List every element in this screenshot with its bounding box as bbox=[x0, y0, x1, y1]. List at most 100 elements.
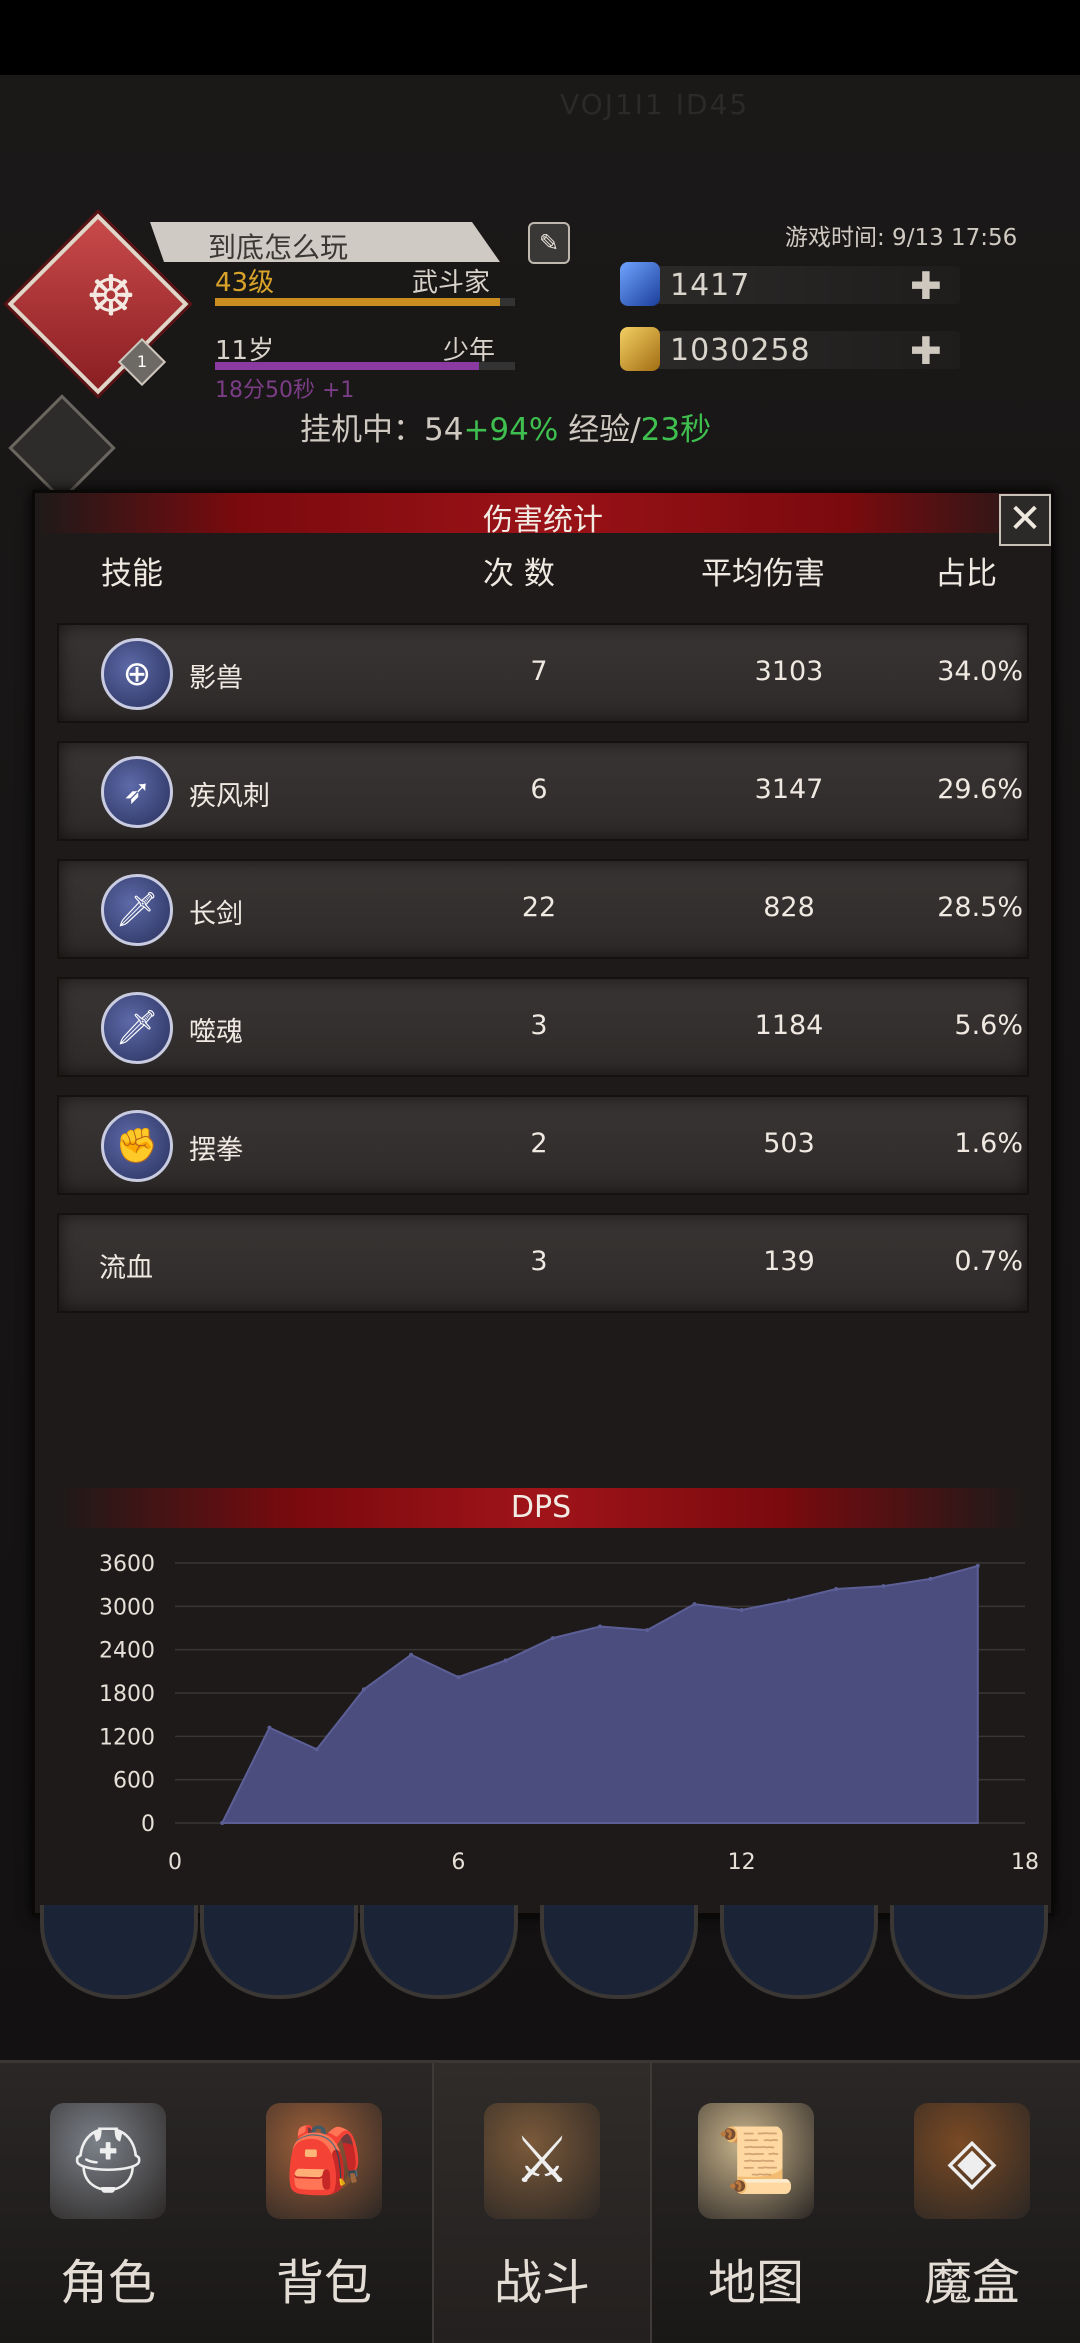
y-tick-label: 3600 bbox=[99, 1552, 155, 1577]
dps-point bbox=[361, 1687, 366, 1692]
skill-share: 34.0% bbox=[937, 656, 1023, 687]
header-share: 占比 bbox=[935, 556, 997, 592]
skill-name: 长剑 bbox=[189, 899, 243, 930]
gem-amount: 1417 bbox=[670, 268, 751, 303]
skill-avg-damage: 828 bbox=[763, 892, 815, 923]
header-count: 次 数 bbox=[483, 556, 555, 592]
dps-area-series bbox=[220, 1564, 979, 1824]
nav-tab-3[interactable]: 📜 地图 bbox=[648, 2063, 864, 2343]
level-progress-bar bbox=[215, 298, 515, 306]
damage-stats-panel: 伤害统计 ✕ 技能 次 数 平均伤害 占比 ⊕ 影兽 7 3103 34.0% ➶ 疾风刺 6… bbox=[32, 490, 1054, 1916]
x-tick-label: 0 bbox=[168, 1850, 182, 1875]
skill-count: 6 bbox=[530, 774, 548, 805]
nav-tab-2[interactable]: ⚔ 战斗 bbox=[432, 2063, 652, 2343]
dps-chart: 0 600 1200 1800 2400 3000 3600 0 6 12 18 bbox=[99, 1552, 1039, 1875]
y-tick-label: 1200 bbox=[99, 1725, 155, 1750]
skill-avg-damage: 3103 bbox=[754, 656, 824, 687]
skill-count: 7 bbox=[530, 656, 548, 687]
sword-shield-icon: ⚔ bbox=[484, 2103, 600, 2219]
dps-point bbox=[456, 1675, 461, 1680]
nav-tab-0[interactable]: ⛑ 角色 bbox=[0, 2063, 216, 2343]
damage-row: ✊ 摆拳 2 503 1.6% bbox=[57, 1095, 1029, 1195]
player-level: 43级 bbox=[215, 268, 275, 298]
dps-point bbox=[692, 1602, 697, 1607]
damage-row: 🗡 噬魂 3 1184 5.6% bbox=[57, 977, 1029, 1077]
y-tick-label: 1800 bbox=[99, 1682, 155, 1707]
nav-label: 战斗 bbox=[493, 2255, 590, 2311]
dps-point bbox=[550, 1636, 555, 1641]
close-icon: ✕ bbox=[1008, 496, 1042, 542]
nav-tab-4[interactable]: ◈ 魔盒 bbox=[864, 2063, 1080, 2343]
swing-punch-icon: ✊ bbox=[101, 1110, 173, 1182]
gold-amount: 1030258 bbox=[670, 333, 811, 368]
y-tick-label: 3000 bbox=[99, 1595, 155, 1620]
nav-label: 地图 bbox=[707, 2255, 804, 2311]
dps-title-bar: DPS bbox=[57, 1488, 1025, 1528]
skill-avg-damage: 1184 bbox=[754, 1010, 824, 1041]
close-button[interactable]: ✕ bbox=[999, 494, 1051, 546]
skill-share: 28.5% bbox=[937, 892, 1023, 923]
skill-share: 5.6% bbox=[954, 1010, 1023, 1041]
edit-name-button[interactable]: ✎ bbox=[528, 222, 570, 264]
dps-point bbox=[598, 1624, 602, 1629]
player-name: 到底怎么玩 bbox=[208, 231, 349, 264]
x-tick-label: 6 bbox=[451, 1850, 465, 1875]
damage-row: ⊕ 影兽 7 3103 34.0% bbox=[57, 623, 1029, 723]
dps-point bbox=[314, 1747, 319, 1752]
dps-point bbox=[928, 1576, 933, 1581]
damage-row: ➶ 疾风刺 6 3147 29.6% bbox=[57, 741, 1029, 841]
skill-avg-damage: 3147 bbox=[754, 774, 824, 805]
add-gold-button[interactable]: ✚ bbox=[910, 329, 942, 373]
idle-status: 挂机中：54+94% 经验/23秒 bbox=[300, 412, 712, 448]
dps-point bbox=[739, 1607, 744, 1612]
x-tick-label: 18 bbox=[1011, 1850, 1039, 1875]
x-tick-label: 12 bbox=[728, 1850, 756, 1875]
skill-share: 29.6% bbox=[937, 774, 1023, 805]
skill-avg-damage: 503 bbox=[763, 1128, 815, 1159]
header-skill: 技能 bbox=[101, 556, 163, 592]
y-tick-label: 0 bbox=[141, 1812, 155, 1837]
nav-tab-1[interactable]: 🎒 背包 bbox=[216, 2063, 432, 2343]
header-avg-damage: 平均伤害 bbox=[701, 556, 825, 592]
skill-avg-damage: 139 bbox=[763, 1246, 815, 1277]
dps-point bbox=[975, 1563, 980, 1568]
edit-icon: ✎ bbox=[538, 229, 560, 257]
dps-title: DPS bbox=[510, 1490, 572, 1525]
dps-point bbox=[220, 1821, 225, 1825]
gold-coin-icon bbox=[620, 327, 660, 371]
bottom-nav: ⛑ 角色 🎒 背包 ⚔ 战斗 📜 地图 ◈ 魔盒 bbox=[0, 2060, 1080, 2343]
blurred-title: VOJ1I1 ID45 bbox=[560, 88, 750, 121]
panel-title: 伤害统计 bbox=[483, 503, 603, 538]
nav-label: 魔盒 bbox=[923, 2255, 1020, 2311]
gem-counter: 1417 ✚ bbox=[620, 262, 960, 308]
skill-name: 疾风刺 bbox=[189, 781, 270, 812]
skill-name: 影兽 bbox=[189, 663, 243, 694]
dps-point bbox=[834, 1587, 839, 1591]
map-scroll-icon: 📜 bbox=[698, 2103, 814, 2219]
age-progress-bar bbox=[215, 362, 515, 370]
damage-row: 流血 3 139 0.7% bbox=[57, 1213, 1029, 1313]
magic-box-icon: ◈ bbox=[914, 2103, 1030, 2219]
helmet-icon: ⛑ bbox=[50, 2103, 166, 2219]
y-tick-label: 2400 bbox=[99, 1639, 155, 1664]
y-tick-label: 600 bbox=[113, 1769, 155, 1794]
brass-knuckles-icon: ☸ bbox=[85, 264, 137, 329]
dps-point bbox=[645, 1628, 650, 1633]
backpack-icon: 🎒 bbox=[266, 2103, 382, 2219]
skill-share: 0.7% bbox=[954, 1246, 1023, 1277]
player-name-plate: 到底怎么玩 bbox=[150, 222, 500, 262]
dps-point bbox=[503, 1658, 508, 1663]
nav-label: 背包 bbox=[275, 2255, 372, 2311]
dps-point bbox=[881, 1584, 886, 1589]
damage-row: 🗡 长剑 22 828 28.5% bbox=[57, 859, 1029, 959]
dps-point bbox=[786, 1598, 791, 1603]
skill-count: 2 bbox=[530, 1128, 548, 1159]
blue-gem-icon bbox=[620, 262, 660, 306]
age-timer: 18分50秒 +1 bbox=[215, 378, 355, 403]
skill-name: 流血 bbox=[99, 1253, 153, 1284]
skill-share: 1.6% bbox=[954, 1128, 1023, 1159]
soul-devour-icon: 🗡 bbox=[101, 992, 173, 1064]
add-gems-button[interactable]: ✚ bbox=[910, 264, 942, 308]
skill-count: 3 bbox=[530, 1246, 548, 1277]
gold-counter: 1030258 ✚ bbox=[620, 327, 960, 373]
